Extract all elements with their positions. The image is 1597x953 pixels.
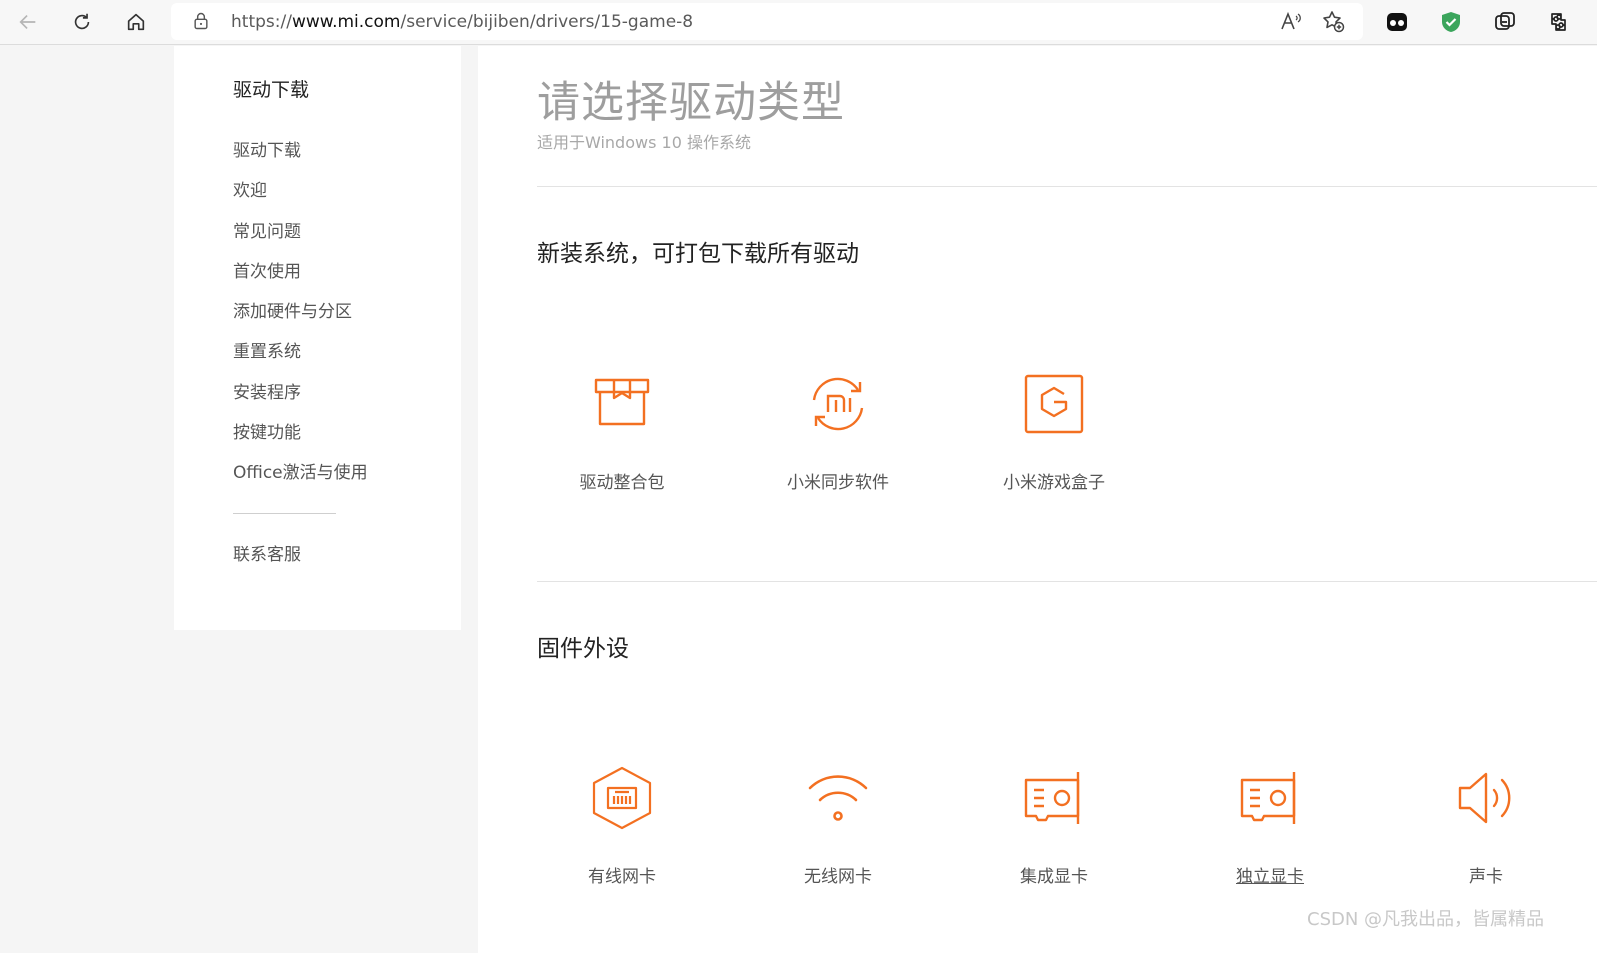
card-label: 驱动整合包 (579, 473, 665, 493)
divider (537, 186, 1597, 187)
mi-sync-icon (812, 377, 864, 431)
card-label: 声卡 (1469, 867, 1503, 887)
contact-support-link[interactable]: 联系客服 (233, 540, 301, 565)
card-label: 有线网卡 (588, 867, 656, 887)
card-label: 小米游戏盒子 (1003, 473, 1105, 493)
sidebar-item-key-functions[interactable]: 按键功能 (233, 421, 368, 461)
sidebar-item-first-use[interactable]: 首次使用 (233, 260, 368, 300)
graphics-card-icon (1240, 772, 1296, 824)
extension-icon[interactable] (1385, 10, 1409, 34)
sound-card-card[interactable]: 声卡 (1396, 764, 1576, 904)
sidebar-item-reset-system[interactable]: 重置系统 (233, 340, 368, 380)
address-bar[interactable]: https://www.mi.com/service/bijiben/drive… (171, 3, 1363, 40)
sidebar-item-add-hardware[interactable]: 添加硬件与分区 (233, 300, 368, 340)
card-label: 小米同步软件 (787, 473, 889, 493)
sidebar-item-welcome[interactable]: 欢迎 (233, 179, 368, 219)
extensions-puzzle-icon[interactable] (1547, 10, 1571, 34)
lock-icon[interactable] (191, 11, 211, 31)
watermark: CSDN @凡我出品，皆属精品 (1307, 909, 1545, 930)
refresh-button[interactable] (67, 7, 97, 37)
driver-package-card[interactable]: 驱动整合包 (532, 370, 712, 510)
sidebar-item-install-program[interactable]: 安装程序 (233, 381, 368, 421)
refresh-icon (74, 13, 90, 30)
sidebar-item-driver-download[interactable]: 驱动下载 (233, 139, 368, 179)
card-label: 无线网卡 (804, 867, 872, 887)
mi-game-box-card[interactable]: 小米游戏盒子 (964, 370, 1144, 510)
sidebar-heading: 驱动下载 (233, 79, 310, 101)
home-icon (127, 13, 145, 31)
sidebar-item-office[interactable]: Office激活与使用 (233, 461, 368, 501)
wireless-nic-card[interactable]: 无线网卡 (748, 764, 928, 904)
home-button[interactable] (121, 7, 151, 37)
ethernet-icon (592, 766, 652, 830)
url-text[interactable]: https://www.mi.com/service/bijiben/drive… (231, 12, 693, 32)
speaker-icon (1458, 772, 1511, 824)
shield-icon[interactable] (1439, 10, 1463, 34)
graphics-card-icon (1024, 772, 1080, 824)
sidebar-item-faq[interactable]: 常见问题 (233, 220, 368, 260)
back-arrow-icon (19, 14, 36, 30)
wired-nic-card[interactable]: 有线网卡 (532, 764, 712, 904)
page-title: 请选择驱动类型 (537, 78, 845, 128)
sidebar-divider (233, 513, 336, 514)
sidebar: 驱动下载 驱动下载 欢迎 常见问题 首次使用 添加硬件与分区 重置系统 安装程序… (174, 46, 461, 630)
mi-sync-card[interactable]: 小米同步软件 (748, 370, 928, 510)
page-subtitle: 适用于Windows 10 操作系统 (537, 133, 751, 152)
card-label: 独立显卡 (1236, 867, 1304, 887)
divider (537, 581, 1597, 582)
add-favorite-icon[interactable] (1321, 9, 1345, 33)
package-icon (594, 378, 650, 426)
sidebar-menu: 驱动下载 欢迎 常见问题 首次使用 添加硬件与分区 重置系统 安装程序 按键功能… (233, 139, 368, 502)
integrated-gpu-card[interactable]: 集成显卡 (964, 764, 1144, 904)
browser-toolbar: https://www.mi.com/service/bijiben/drive… (0, 0, 1597, 45)
card-label: 集成显卡 (1020, 867, 1088, 887)
back-button[interactable] (13, 7, 43, 37)
section-title: 新装系统，可打包下载所有驱动 (537, 241, 859, 267)
collections-icon[interactable] (1493, 10, 1517, 34)
read-aloud-icon[interactable] (1279, 9, 1303, 33)
wifi-icon (808, 775, 868, 821)
discrete-gpu-card[interactable]: 独立显卡 (1180, 764, 1360, 904)
section-title: 固件外设 (537, 636, 629, 662)
main-content: 请选择驱动类型 适用于Windows 10 操作系统 新装系统，可打包下载所有驱… (478, 46, 1597, 953)
game-box-icon (1024, 374, 1084, 434)
